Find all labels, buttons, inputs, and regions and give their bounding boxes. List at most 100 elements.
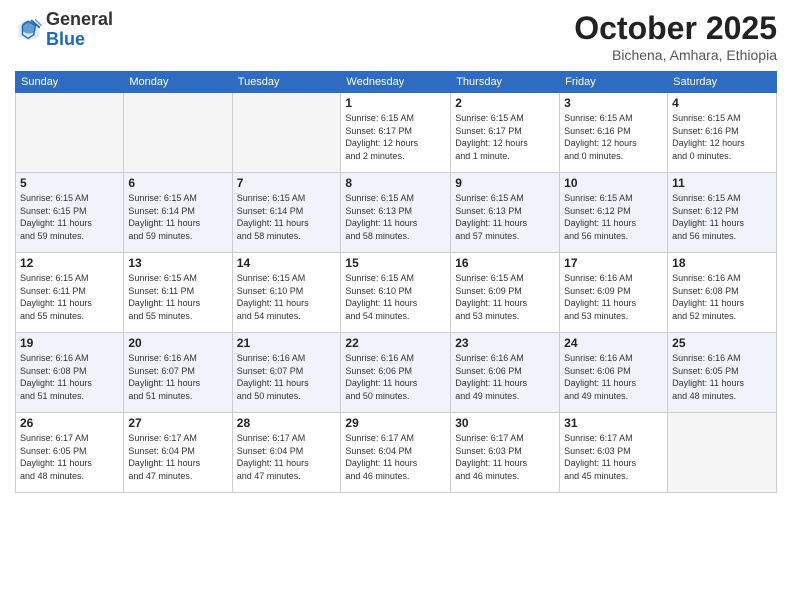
day-number: 6 (128, 176, 227, 190)
weekday-header-wednesday: Wednesday (341, 72, 451, 93)
calendar-cell: 24Sunrise: 6:16 AM Sunset: 6:06 PM Dayli… (560, 333, 668, 413)
weekday-header-row: SundayMondayTuesdayWednesdayThursdayFrid… (16, 72, 777, 93)
calendar-week-2: 5Sunrise: 6:15 AM Sunset: 6:15 PM Daylig… (16, 173, 777, 253)
day-number: 8 (345, 176, 446, 190)
day-number: 21 (237, 336, 337, 350)
day-info: Sunrise: 6:15 AM Sunset: 6:17 PM Dayligh… (455, 112, 555, 162)
calendar-cell: 30 Sunrise: 6:17 AM Sunset: 6:03 PM Dayli… (451, 413, 560, 493)
calendar-cell: 3 Sunrise: 6:15 AM Sunset: 6:16 PM Daylig… (560, 93, 668, 173)
logo-general: General (46, 10, 113, 30)
day-number: 7 (237, 176, 337, 190)
calendar-body: 1Sunrise: 6:15 AM Sunset: 6:17 PM Daylig… (16, 93, 777, 493)
day-number: 9 (455, 176, 555, 190)
day-info: Sunrise: 6:17 AM Sunset: 6:03 PM Dayligh… (564, 432, 663, 482)
day-info: Sunrise: 6:15 AM Sunset: 6:16 PM Dayligh… (672, 112, 772, 162)
calendar-cell: 14 Sunrise: 6:15 AM Sunset: 6:10 PM Dayli… (232, 253, 341, 333)
calendar-cell: 22Sunrise: 6:16 AM Sunset: 6:06 PM Dayli… (341, 333, 451, 413)
calendar-cell: 28Sunrise: 6:17 AM Sunset: 6:04 PM Dayli… (232, 413, 341, 493)
calendar-cell: 23Sunrise: 6:16 AM Sunset: 6:06 PM Dayli… (451, 333, 560, 413)
calendar-cell: 2 Sunrise: 6:15 AM Sunset: 6:17 PM Daylig… (451, 93, 560, 173)
calendar-cell: 31 Sunrise: 6:17 AM Sunset: 6:03 PM Dayli… (560, 413, 668, 493)
day-number: 19 (20, 336, 119, 350)
day-info: Sunrise: 6:17 AM Sunset: 6:03 PM Dayligh… (455, 432, 555, 482)
day-number: 16 (455, 256, 555, 270)
calendar-cell: 11 Sunrise: 6:15 AM Sunset: 6:12 PM Dayli… (668, 173, 777, 253)
day-info: Sunrise: 6:17 AM Sunset: 6:04 PM Dayligh… (128, 432, 227, 482)
day-info: Sunrise: 6:15 AM Sunset: 6:13 PM Dayligh… (455, 192, 555, 242)
calendar-cell: 10 Sunrise: 6:15 AM Sunset: 6:12 PM Dayli… (560, 173, 668, 253)
calendar-week-5: 26 Sunrise: 6:17 AM Sunset: 6:05 PM Dayli… (16, 413, 777, 493)
calendar-cell: 25 Sunrise: 6:16 AM Sunset: 6:05 PM Dayli… (668, 333, 777, 413)
day-number: 2 (455, 96, 555, 110)
day-number: 30 (455, 416, 555, 430)
day-info: Sunrise: 6:15 AM Sunset: 6:12 PM Dayligh… (672, 192, 772, 242)
weekday-header-tuesday: Tuesday (232, 72, 341, 93)
weekday-header-saturday: Saturday (668, 72, 777, 93)
day-number: 5 (20, 176, 119, 190)
day-info: Sunrise: 6:15 AM Sunset: 6:11 PM Dayligh… (128, 272, 227, 322)
calendar-cell: 5Sunrise: 6:15 AM Sunset: 6:15 PM Daylig… (16, 173, 124, 253)
day-number: 13 (128, 256, 227, 270)
day-info: Sunrise: 6:16 AM Sunset: 6:09 PM Dayligh… (564, 272, 663, 322)
day-info: Sunrise: 6:15 AM Sunset: 6:10 PM Dayligh… (237, 272, 337, 322)
day-info: Sunrise: 6:15 AM Sunset: 6:13 PM Dayligh… (345, 192, 446, 242)
logo: General Blue (15, 10, 113, 50)
day-number: 31 (564, 416, 663, 430)
calendar-cell: 18 Sunrise: 6:16 AM Sunset: 6:08 PM Dayli… (668, 253, 777, 333)
calendar-cell: 4 Sunrise: 6:15 AM Sunset: 6:16 PM Daylig… (668, 93, 777, 173)
day-info: Sunrise: 6:15 AM Sunset: 6:16 PM Dayligh… (564, 112, 663, 162)
calendar-cell: 16Sunrise: 6:15 AM Sunset: 6:09 PM Dayli… (451, 253, 560, 333)
calendar-cell: 1Sunrise: 6:15 AM Sunset: 6:17 PM Daylig… (341, 93, 451, 173)
day-number: 27 (128, 416, 227, 430)
day-number: 18 (672, 256, 772, 270)
calendar-week-4: 19Sunrise: 6:16 AM Sunset: 6:08 PM Dayli… (16, 333, 777, 413)
day-number: 14 (237, 256, 337, 270)
day-info: Sunrise: 6:16 AM Sunset: 6:06 PM Dayligh… (455, 352, 555, 402)
calendar-cell: 6 Sunrise: 6:15 AM Sunset: 6:14 PM Daylig… (124, 173, 232, 253)
day-info: Sunrise: 6:15 AM Sunset: 6:12 PM Dayligh… (564, 192, 663, 242)
day-number: 15 (345, 256, 446, 270)
day-info: Sunrise: 6:17 AM Sunset: 6:04 PM Dayligh… (345, 432, 446, 482)
calendar: SundayMondayTuesdayWednesdayThursdayFrid… (15, 71, 777, 493)
day-number: 11 (672, 176, 772, 190)
day-info: Sunrise: 6:15 AM Sunset: 6:14 PM Dayligh… (128, 192, 227, 242)
month-title: October 2025 (574, 10, 777, 47)
weekday-header-friday: Friday (560, 72, 668, 93)
calendar-cell: 7 Sunrise: 6:15 AM Sunset: 6:14 PM Daylig… (232, 173, 341, 253)
location: Bichena, Amhara, Ethiopia (574, 47, 777, 63)
page: General Blue October 2025 Bichena, Amhar… (0, 0, 792, 612)
day-info: Sunrise: 6:15 AM Sunset: 6:17 PM Dayligh… (345, 112, 446, 162)
title-block: October 2025 Bichena, Amhara, Ethiopia (574, 10, 777, 63)
day-info: Sunrise: 6:16 AM Sunset: 6:06 PM Dayligh… (564, 352, 663, 402)
logo-text: General Blue (46, 10, 113, 50)
logo-blue: Blue (46, 30, 113, 50)
weekday-header-thursday: Thursday (451, 72, 560, 93)
day-info: Sunrise: 6:15 AM Sunset: 6:10 PM Dayligh… (345, 272, 446, 322)
calendar-cell: 9 Sunrise: 6:15 AM Sunset: 6:13 PM Daylig… (451, 173, 560, 253)
calendar-cell: 21Sunrise: 6:16 AM Sunset: 6:07 PM Dayli… (232, 333, 341, 413)
day-info: Sunrise: 6:16 AM Sunset: 6:05 PM Dayligh… (672, 352, 772, 402)
calendar-cell: 15 Sunrise: 6:15 AM Sunset: 6:10 PM Dayli… (341, 253, 451, 333)
day-info: Sunrise: 6:15 AM Sunset: 6:14 PM Dayligh… (237, 192, 337, 242)
calendar-cell: 19Sunrise: 6:16 AM Sunset: 6:08 PM Dayli… (16, 333, 124, 413)
day-number: 26 (20, 416, 119, 430)
calendar-cell: 13 Sunrise: 6:15 AM Sunset: 6:11 PM Dayli… (124, 253, 232, 333)
day-info: Sunrise: 6:15 AM Sunset: 6:11 PM Dayligh… (20, 272, 119, 322)
weekday-header-monday: Monday (124, 72, 232, 93)
calendar-cell (16, 93, 124, 173)
day-number: 25 (672, 336, 772, 350)
calendar-cell (668, 413, 777, 493)
day-number: 3 (564, 96, 663, 110)
day-number: 4 (672, 96, 772, 110)
calendar-cell: 27 Sunrise: 6:17 AM Sunset: 6:04 PM Dayli… (124, 413, 232, 493)
day-info: Sunrise: 6:16 AM Sunset: 6:08 PM Dayligh… (672, 272, 772, 322)
day-number: 10 (564, 176, 663, 190)
calendar-cell: 17 Sunrise: 6:16 AM Sunset: 6:09 PM Dayli… (560, 253, 668, 333)
day-number: 17 (564, 256, 663, 270)
day-number: 29 (345, 416, 446, 430)
logo-icon (15, 16, 43, 44)
day-info: Sunrise: 6:16 AM Sunset: 6:07 PM Dayligh… (128, 352, 227, 402)
day-info: Sunrise: 6:17 AM Sunset: 6:05 PM Dayligh… (20, 432, 119, 482)
calendar-week-3: 12Sunrise: 6:15 AM Sunset: 6:11 PM Dayli… (16, 253, 777, 333)
calendar-cell: 20Sunrise: 6:16 AM Sunset: 6:07 PM Dayli… (124, 333, 232, 413)
